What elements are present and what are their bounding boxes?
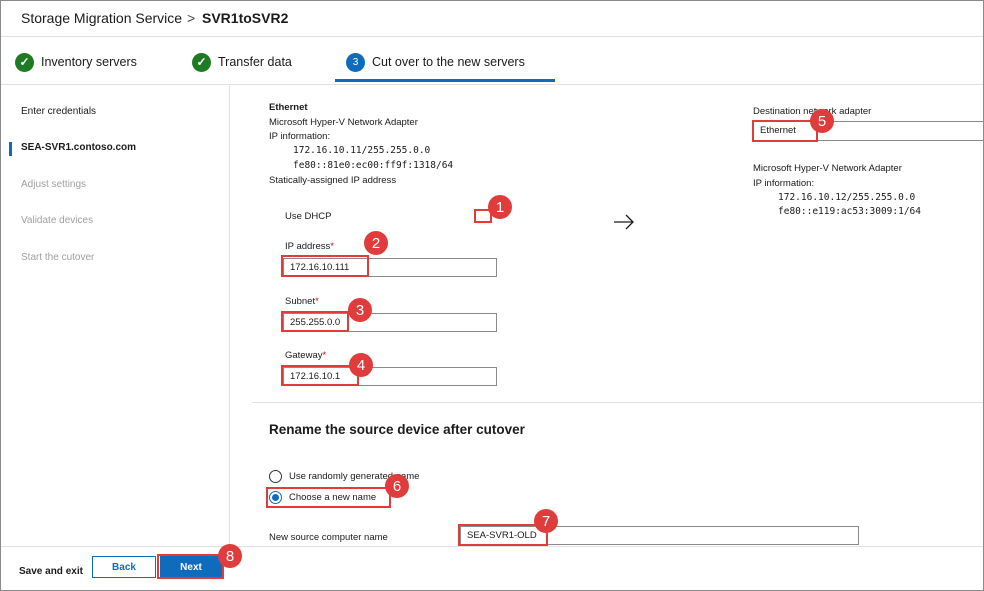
source-ipv6: fe80::81e0:ec00:ff9f:1318/64 xyxy=(293,160,454,171)
nav-item-sea-svr1[interactable]: SEA-SVR1.contoso.com xyxy=(21,142,136,153)
callout-badge-5: 5 xyxy=(810,109,834,133)
check-icon: ✓ xyxy=(15,52,34,72)
callout-badge-1: 1 xyxy=(488,195,512,219)
save-exit-button[interactable]: Save and exit xyxy=(19,566,83,577)
step-label: Transfer data xyxy=(218,55,292,69)
breadcrumb-current: SVR1toSVR2 xyxy=(202,10,289,26)
callout-badge-8: 8 xyxy=(218,544,242,568)
app-frame: Storage Migration Service > SVR1toSVR2 ✓… xyxy=(0,0,984,591)
callout-box-4 xyxy=(281,365,359,386)
breadcrumb-separator: > xyxy=(187,10,196,26)
active-step-indicator xyxy=(335,79,555,82)
destination-ipv4: 172.16.10.12/255.255.0.0 xyxy=(778,192,916,203)
callout-box-6 xyxy=(266,487,391,508)
callout-box-2 xyxy=(281,255,369,277)
main-content: Ethernet Microsoft Hyper-V Network Adapt… xyxy=(231,86,983,546)
arrow-right-icon xyxy=(613,214,635,235)
step-transfer-data[interactable]: ✓ Transfer data xyxy=(192,52,292,72)
breadcrumb-service[interactable]: Storage Migration Service xyxy=(21,10,182,26)
nav-active-indicator xyxy=(9,142,12,156)
destination-ipv6: fe80::e119:ac53:3009:1/64 xyxy=(778,206,921,217)
callout-box-5 xyxy=(752,120,818,142)
step-label: Cut over to the new servers xyxy=(372,55,525,69)
callout-box-7 xyxy=(458,524,548,546)
step-inventory-servers[interactable]: ✓ Inventory servers xyxy=(15,52,137,72)
step-number: 3 xyxy=(346,52,365,72)
destination-adapter-desc: Microsoft Hyper-V Network Adapter xyxy=(753,163,902,174)
callout-badge-4: 4 xyxy=(349,353,373,377)
new-name-label: New source computer name xyxy=(269,532,388,543)
nav-item-start-cutover: Start the cutover xyxy=(21,252,95,263)
header: Storage Migration Service > SVR1toSVR2 xyxy=(1,1,983,37)
nav-item-validate-devices: Validate devices xyxy=(21,215,94,226)
back-button[interactable]: Back xyxy=(92,556,156,578)
source-ipv4: 172.16.10.11/255.255.0.0 xyxy=(293,145,431,156)
ip-address-label: IP address* xyxy=(285,241,334,252)
step-label: Inventory servers xyxy=(41,55,137,69)
callout-badge-6: 6 xyxy=(385,474,409,498)
callout-badge-2: 2 xyxy=(364,231,388,255)
nav-item-adjust-settings: Adjust settings xyxy=(21,179,87,190)
callout-badge-7: 7 xyxy=(534,509,558,533)
callout-box-3 xyxy=(281,311,349,332)
check-icon: ✓ xyxy=(192,52,211,72)
callout-badge-3: 3 xyxy=(348,298,372,322)
rename-section-title: Rename the source device after cutover xyxy=(269,422,525,437)
radio-random-name[interactable] xyxy=(269,470,282,483)
step-cut-over[interactable]: 3 Cut over to the new servers xyxy=(346,52,525,72)
destination-ip-info-label: IP information: xyxy=(753,178,815,189)
left-nav: Enter credentials SEA-SVR1.contoso.com A… xyxy=(1,86,230,546)
footer: Save and exit Back Next 8 xyxy=(1,544,983,590)
wizard-steps: ✓ Inventory servers ✓ Transfer data 3 Cu… xyxy=(1,38,983,85)
gateway-label: Gateway* xyxy=(285,350,327,361)
source-adapter-desc: Microsoft Hyper-V Network Adapter xyxy=(269,117,418,128)
section-divider xyxy=(252,402,983,403)
callout-box-8 xyxy=(157,554,224,579)
static-ip-note: Statically-assigned IP address xyxy=(269,175,397,186)
nav-item-enter-credentials[interactable]: Enter credentials xyxy=(21,106,96,117)
subnet-label: Subnet* xyxy=(285,296,319,307)
source-adapter-name: Ethernet xyxy=(269,102,308,113)
source-ip-info-label: IP information: xyxy=(269,131,331,142)
use-dhcp-label: Use DHCP xyxy=(285,211,332,222)
